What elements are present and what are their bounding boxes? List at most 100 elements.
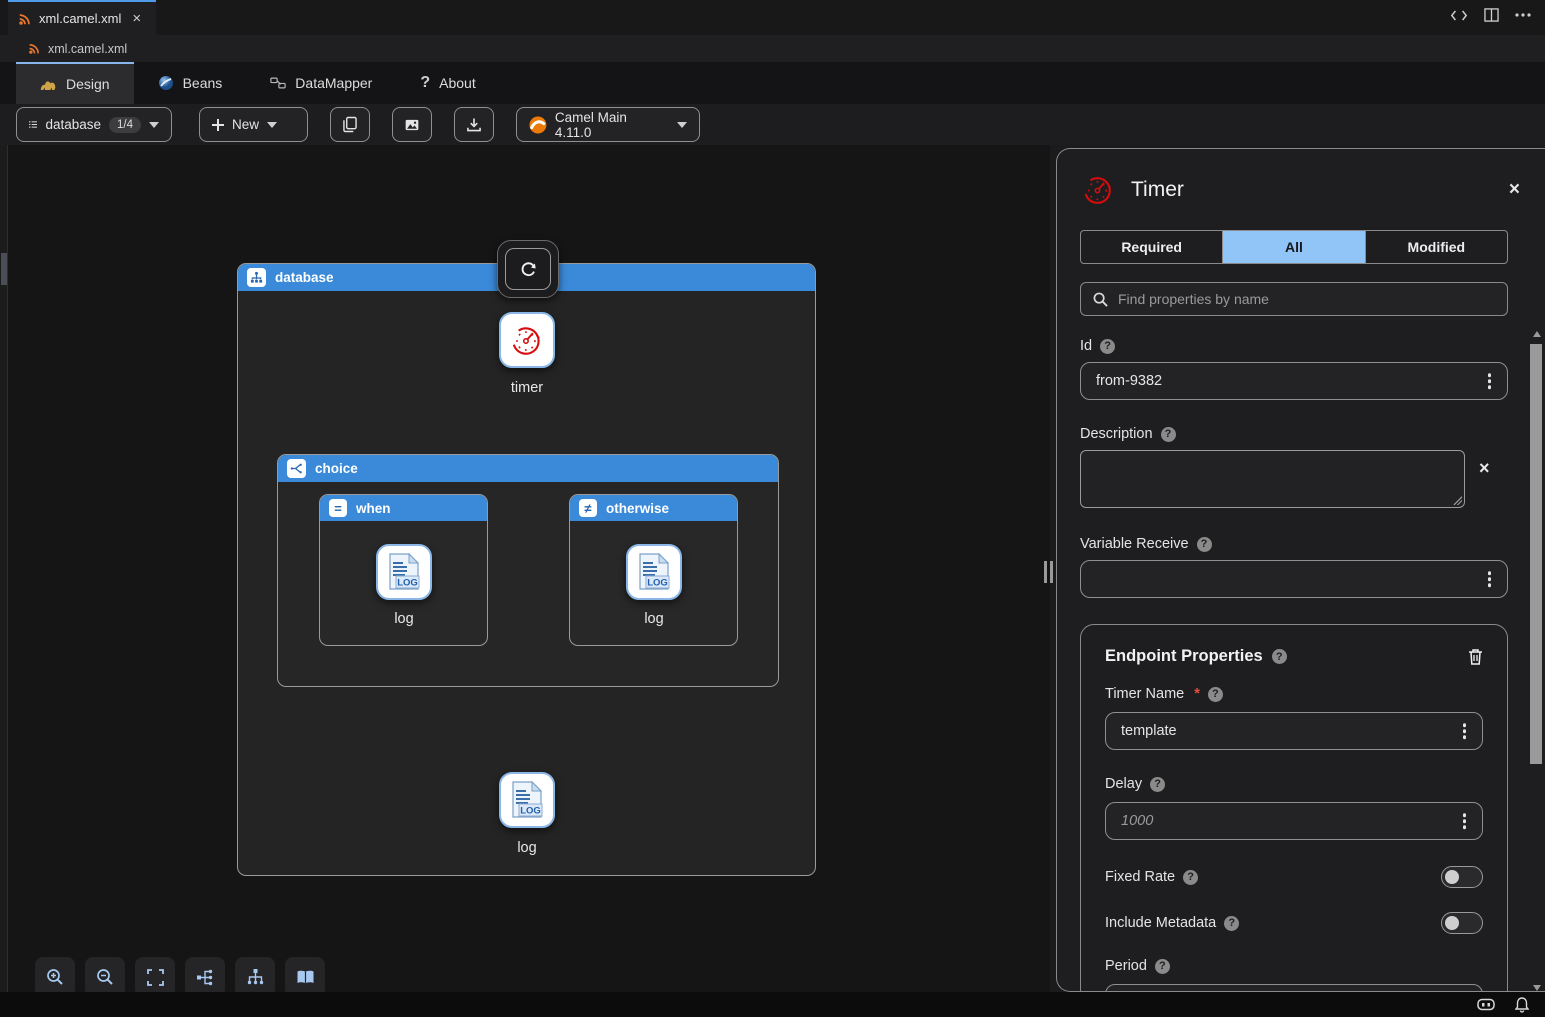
period-label: Period — [1105, 958, 1147, 974]
endpoint-properties-title: Endpoint Properties — [1105, 647, 1263, 666]
when-group-header[interactable]: = when — [320, 495, 487, 521]
variable-receive-input[interactable] — [1081, 571, 1507, 587]
tab-design[interactable]: Design — [16, 62, 134, 104]
help-icon[interactable] — [1208, 687, 1223, 702]
not-equals-icon: ≠ — [579, 499, 597, 517]
scroll-up-arrow[interactable] — [1533, 331, 1541, 337]
status-bar — [0, 992, 1545, 1017]
editor-tab-bar: xml.camel.xml × — [0, 0, 1545, 35]
route-selector-button[interactable]: database 1/4 — [16, 107, 172, 142]
delay-input[interactable] — [1106, 813, 1482, 829]
timer-name-input[interactable] — [1106, 723, 1482, 739]
log-node-final[interactable]: LOG — [499, 772, 555, 828]
equals-icon: = — [329, 499, 347, 517]
fixed-rate-row: Fixed Rate — [1105, 866, 1483, 888]
download-button[interactable] — [454, 107, 494, 142]
id-input[interactable] — [1081, 373, 1507, 389]
breadcrumb[interactable]: xml.camel.xml — [0, 35, 1545, 62]
panel-resize-handle[interactable] — [1042, 558, 1054, 586]
choice-group[interactable]: choice = when — [277, 454, 779, 687]
when-group-label: when — [356, 501, 391, 516]
horizontal-layout-button[interactable] — [185, 957, 225, 997]
image-icon — [405, 118, 419, 132]
field-kebab-menu-icon[interactable] — [1460, 720, 1470, 742]
id-label: Id — [1080, 338, 1092, 354]
description-textarea[interactable] — [1080, 450, 1465, 508]
help-icon[interactable] — [1155, 959, 1170, 974]
camel-runtime-logo — [529, 115, 547, 135]
log-node-otherwise[interactable]: LOG — [626, 544, 682, 600]
help-icon[interactable] — [1161, 427, 1176, 442]
help-icon[interactable] — [1150, 777, 1165, 792]
export-image-button[interactable] — [392, 107, 432, 142]
filter-modified[interactable]: Modified — [1366, 231, 1507, 263]
filter-required[interactable]: Required — [1081, 231, 1223, 263]
timer-node[interactable] — [499, 312, 555, 368]
otherwise-group[interactable]: ≠ otherwise LOG log — [569, 494, 738, 646]
help-icon[interactable] — [1183, 870, 1198, 885]
tab-close-icon[interactable]: × — [132, 10, 141, 27]
field-kebab-menu-icon[interactable] — [1485, 568, 1495, 590]
route-count-badge: 1/4 — [109, 117, 141, 133]
include-metadata-toggle[interactable] — [1441, 912, 1483, 934]
split-editor-icon[interactable] — [1484, 8, 1499, 22]
search-icon — [1093, 292, 1108, 307]
variable-receive-field — [1080, 560, 1508, 598]
choice-group-label: choice — [315, 461, 358, 476]
zoom-in-button[interactable] — [35, 957, 75, 997]
when-group[interactable]: = when LOG log — [319, 494, 488, 646]
chevron-down-icon — [267, 122, 277, 128]
tab-beans[interactable]: Beans — [134, 62, 247, 104]
vertical-layout-button[interactable] — [235, 957, 275, 997]
new-route-button[interactable]: New — [199, 107, 308, 142]
tab-design-label: Design — [66, 76, 110, 92]
log-badge-text: LOG — [520, 806, 541, 817]
fixed-rate-toggle[interactable] — [1441, 866, 1483, 888]
panel-header: Timer × — [1080, 171, 1508, 208]
property-search-input[interactable] — [1118, 291, 1495, 307]
panel-close-icon[interactable]: × — [1509, 179, 1520, 201]
tab-beans-label: Beans — [183, 75, 223, 91]
properties-panel: Timer × Required All Modified Id — [1056, 148, 1545, 992]
runtime-selector-button[interactable]: Camel Main 4.11.0 — [516, 107, 700, 142]
editor-tab-xml-camel[interactable]: xml.camel.xml × — [8, 0, 156, 35]
copy-flow-button[interactable] — [330, 107, 370, 142]
copilot-icon[interactable] — [1477, 997, 1495, 1012]
description-clear-icon[interactable]: × — [1479, 458, 1490, 479]
otherwise-group-header[interactable]: ≠ otherwise — [570, 495, 737, 521]
fit-to-screen-button[interactable] — [135, 957, 175, 997]
catalog-button[interactable] — [285, 957, 325, 997]
chevron-down-icon — [149, 122, 159, 128]
log-node-when[interactable]: LOG — [376, 544, 432, 600]
zoom-out-button[interactable] — [85, 957, 125, 997]
chevron-down-icon — [677, 122, 687, 128]
camel-icon — [40, 78, 57, 91]
route-refresh-node[interactable] — [497, 240, 559, 298]
notifications-bell-icon[interactable] — [1515, 997, 1529, 1013]
scrollbar-thumb[interactable] — [1530, 344, 1542, 764]
endpoint-properties-card: Endpoint Properties Timer Name * — [1080, 624, 1508, 992]
help-icon[interactable] — [1224, 916, 1239, 931]
panel-title: Timer — [1131, 178, 1495, 202]
resize-grip — [1453, 496, 1462, 505]
more-actions-icon[interactable] — [1515, 13, 1531, 17]
runtime-label: Camel Main 4.11.0 — [555, 110, 655, 140]
panel-scrollbar[interactable] — [1529, 331, 1545, 992]
filter-all[interactable]: All — [1223, 231, 1365, 263]
property-search[interactable] — [1080, 282, 1508, 316]
required-asterisk: * — [1194, 686, 1200, 702]
choice-group-header[interactable]: choice — [278, 455, 778, 482]
help-icon[interactable] — [1197, 537, 1212, 552]
field-kebab-menu-icon[interactable] — [1485, 370, 1495, 392]
tab-datamapper[interactable]: DataMapper — [246, 62, 396, 104]
help-icon[interactable] — [1100, 339, 1115, 354]
tab-about[interactable]: ? About — [396, 62, 499, 104]
include-metadata-row: Include Metadata — [1105, 912, 1483, 934]
flow-canvas[interactable]: database choice = when — [8, 145, 1050, 992]
trash-icon[interactable] — [1468, 648, 1483, 665]
id-field-label-row: Id — [1080, 338, 1508, 354]
field-kebab-menu-icon[interactable] — [1460, 810, 1470, 832]
scroll-down-arrow[interactable] — [1533, 985, 1541, 991]
help-icon[interactable] — [1272, 649, 1287, 664]
open-source-code-icon[interactable] — [1450, 9, 1468, 22]
